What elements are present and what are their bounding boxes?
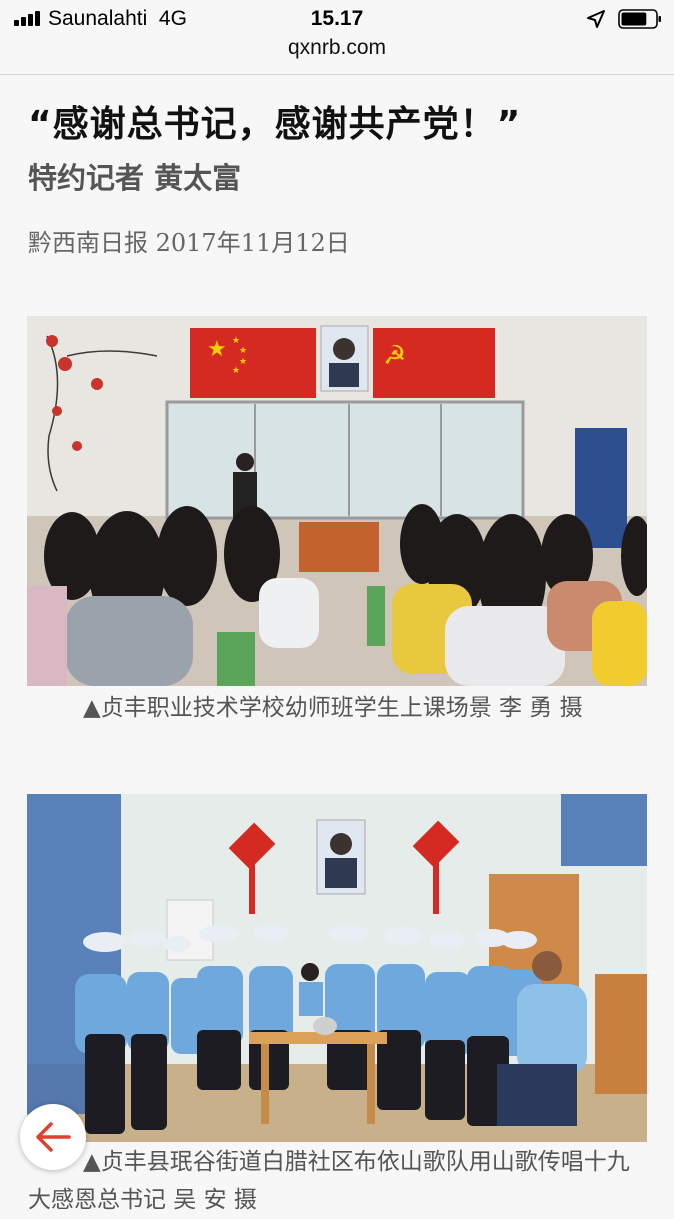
right-curtain (561, 794, 647, 866)
url-text[interactable]: qxnrb.com (0, 36, 674, 60)
svg-text:★: ★ (207, 337, 227, 362)
tea-table (249, 1032, 387, 1044)
article-title: “感谢总书记，感谢共产党！” (28, 104, 522, 145)
location-arrow-icon (587, 10, 605, 28)
svg-text:★: ★ (239, 357, 247, 367)
article-byline: 特约记者 黄太富 (28, 161, 242, 195)
whiteboard (165, 400, 525, 520)
svg-text:☭: ☭ (383, 341, 406, 371)
svg-text:★: ★ (232, 366, 240, 376)
status-time: 15.17 (310, 7, 364, 30)
photo-caption-2: ▲贞丰县珉谷街道白腊社区布依山歌队用山歌传唱十九大感恩总书记 吴 安 摄 (28, 1149, 630, 1213)
back-button[interactable] (20, 1104, 86, 1170)
singing-group-photo (27, 794, 647, 1142)
status-bar: Saunalahti 4G 15.17 (0, 0, 674, 38)
address-bar[interactable]: qxnrb.com (0, 34, 674, 75)
classroom-photo: ★ ★ ★ ★ ★ ☭ (27, 316, 647, 686)
photo-caption-1: ▲贞丰职业技术学校幼师班学生上课场景 李 勇 摄 (83, 695, 583, 721)
svg-text:★: ★ (232, 336, 240, 346)
battery-icon (618, 9, 661, 29)
svg-text:★: ★ (239, 346, 247, 356)
article-source: 黔西南日报 2017年11月12日 (28, 229, 350, 257)
article-content: “感谢总书记，感谢共产党！” 特约记者 黄太富 黔西南日报 2017年11月12… (0, 75, 674, 1213)
back-arrow-icon (36, 1122, 71, 1152)
